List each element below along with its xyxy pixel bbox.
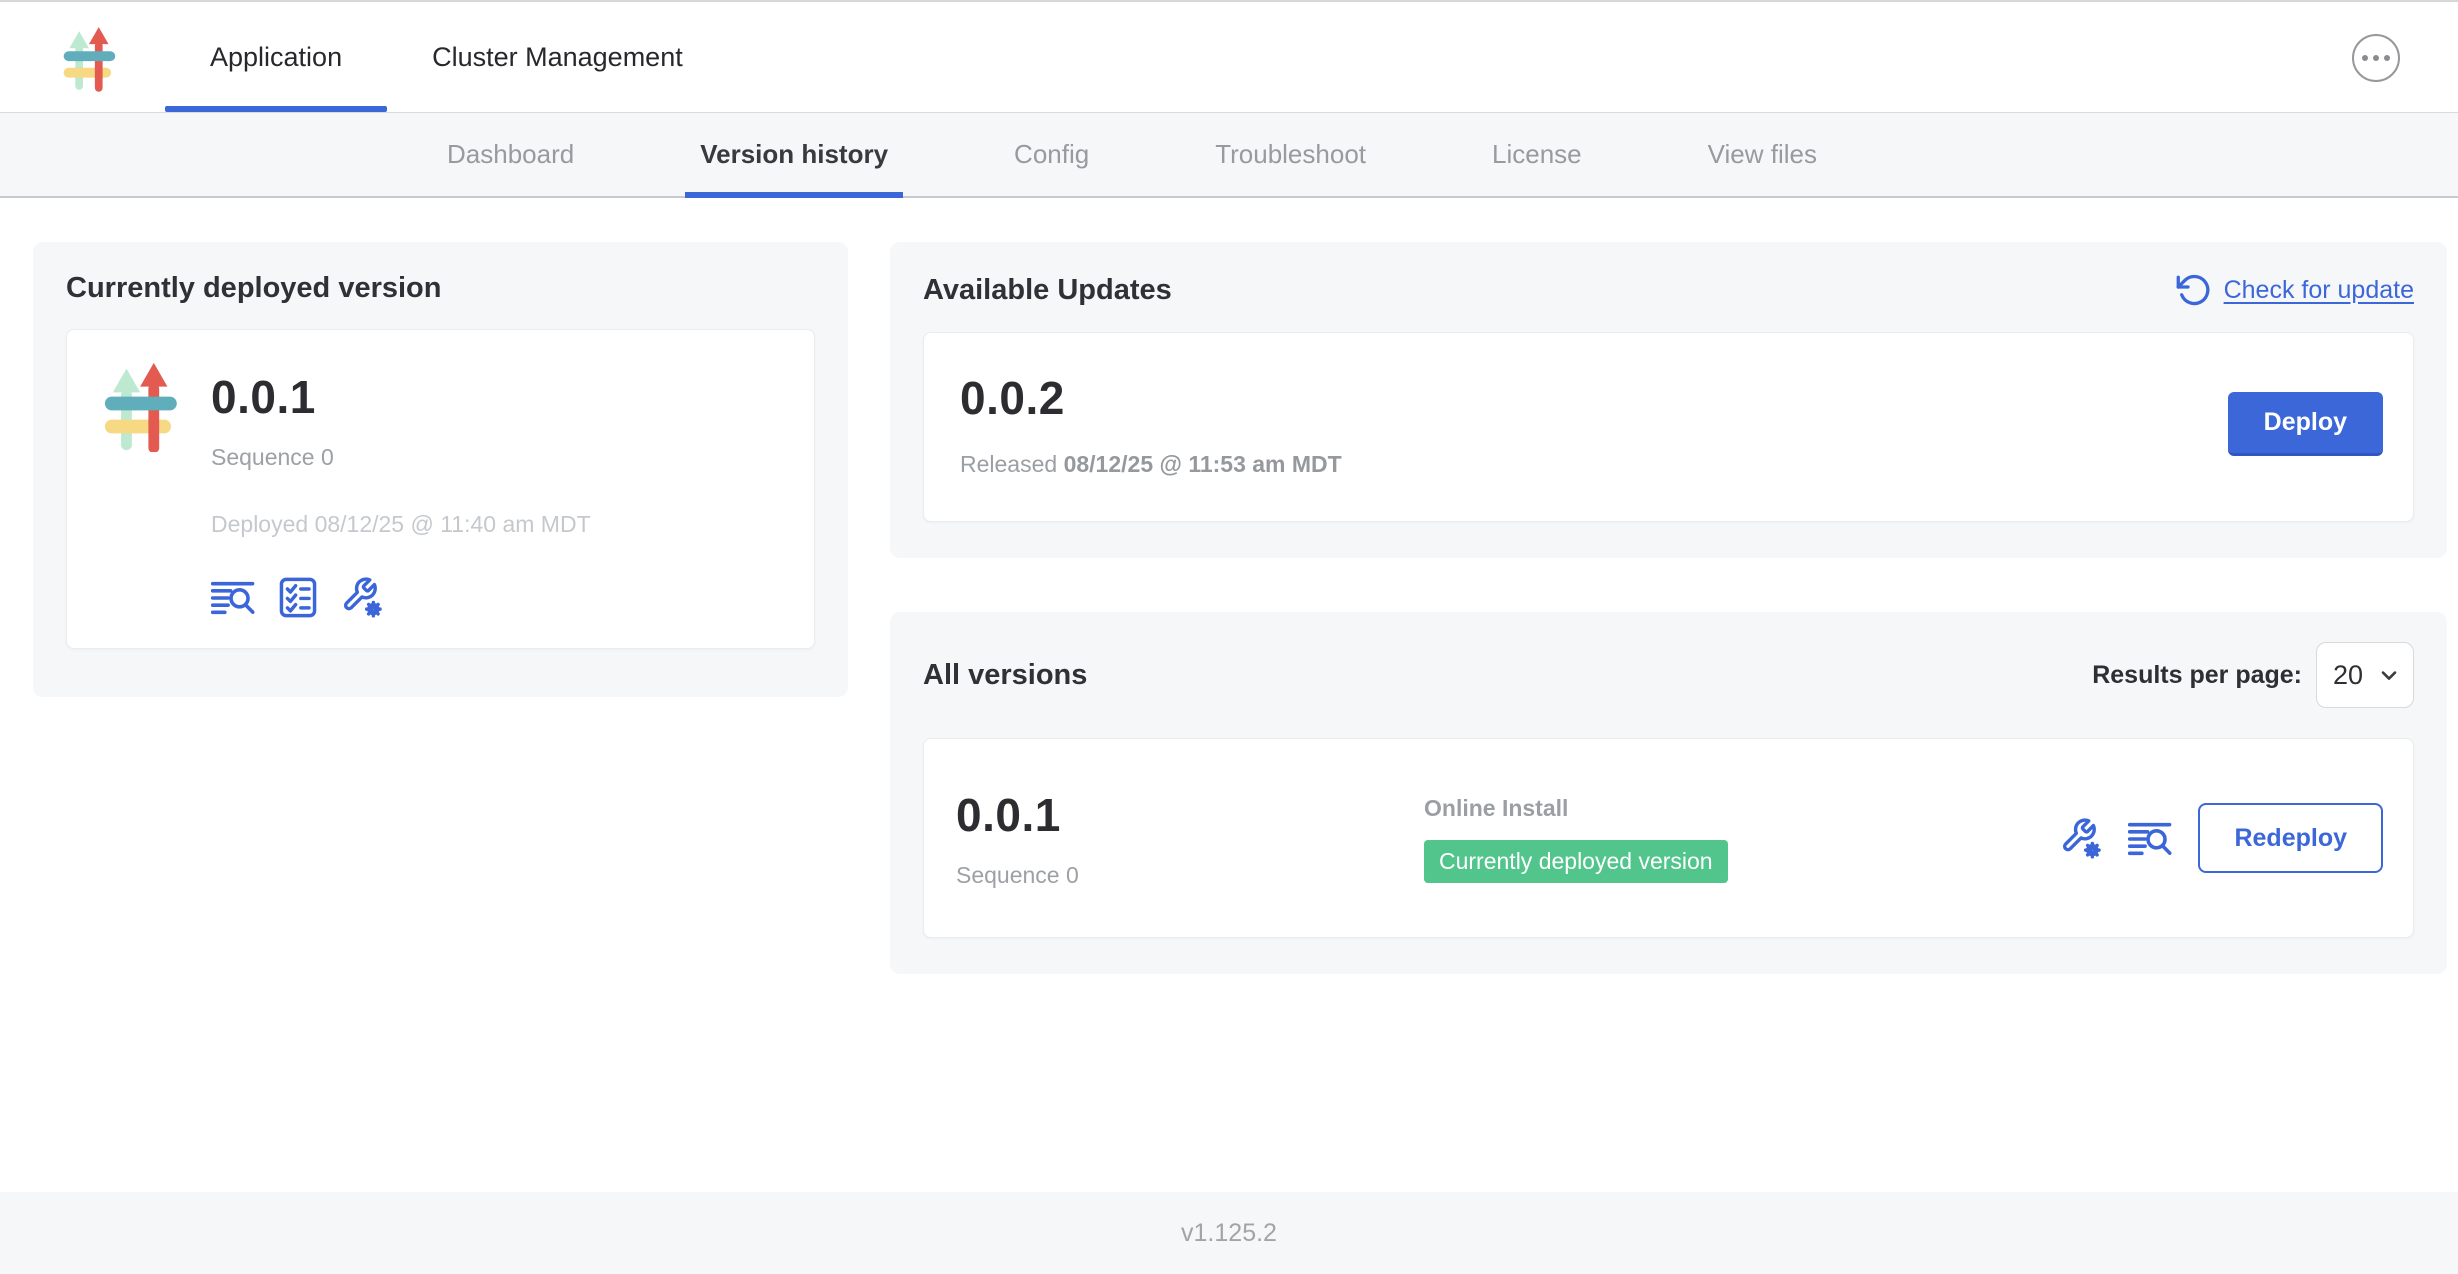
currently-deployed-title: Currently deployed version: [66, 272, 815, 305]
deployed-sequence: Sequence 0: [211, 444, 591, 471]
tab-application-label: Application: [210, 42, 342, 73]
update-version-number: 0.0.2: [960, 371, 1342, 425]
currently-deployed-card: Currently deployed version 0.0.1 Sequenc…: [33, 242, 848, 697]
check-for-update-link[interactable]: Check for update: [2176, 272, 2414, 308]
results-per-page-select[interactable]: 20: [2316, 642, 2414, 708]
results-per-page-value: 20: [2333, 660, 2363, 691]
console-version: v1.125.2: [1181, 1219, 1277, 1248]
update-version-card: 0.0.2 Released 08/12/25 @ 11:53 am MDT D…: [923, 332, 2414, 522]
edit-config-icon[interactable]: [341, 576, 383, 618]
tab-dashboard[interactable]: Dashboard: [432, 113, 589, 196]
main-content: Currently deployed version 0.0.1 Sequenc…: [0, 198, 2458, 1192]
page-footer: v1.125.2: [0, 1192, 2458, 1274]
tab-troubleshoot[interactable]: Troubleshoot: [1200, 113, 1381, 196]
row-version-number: 0.0.1: [956, 788, 1424, 842]
available-updates-card: Available Updates Check for update 0.0.2: [890, 242, 2447, 558]
tab-cluster-management[interactable]: Cluster Management: [387, 2, 728, 112]
app-subnav: Dashboard Version history Config Trouble…: [0, 112, 2458, 198]
diff-icon[interactable]: [211, 579, 255, 616]
tab-version-history[interactable]: Version history: [685, 113, 903, 196]
tab-license[interactable]: License: [1477, 113, 1597, 196]
refresh-icon[interactable]: [2176, 272, 2212, 308]
top-tabs: Application Cluster Management: [165, 2, 728, 112]
diff-icon[interactable]: [2128, 820, 2172, 857]
preflight-checklist-icon[interactable]: [279, 577, 317, 618]
left-column: Currently deployed version 0.0.1 Sequenc…: [33, 242, 848, 697]
active-subtab-underline: [685, 192, 903, 198]
version-row: 0.0.1 Sequence 0 Online Install Currentl…: [923, 738, 2414, 938]
right-column: Available Updates Check for update 0.0.2: [890, 242, 2447, 974]
results-per-page-label: Results per page:: [2092, 661, 2302, 690]
all-versions-card: All versions Results per page: 20 0.0.1 …: [890, 612, 2447, 974]
released-date: 08/12/25 @ 11:53 am MDT: [1064, 451, 1342, 477]
deployed-version-number: 0.0.1: [211, 370, 591, 424]
install-type: Online Install: [1424, 795, 2060, 822]
edit-config-icon[interactable]: [2060, 817, 2102, 859]
app-logo-icon: [97, 360, 189, 452]
deployed-version-card: 0.0.1 Sequence 0 Deployed 08/12/25 @ 11:…: [66, 329, 815, 649]
tab-view-files[interactable]: View files: [1693, 113, 1832, 196]
tab-cluster-management-label: Cluster Management: [432, 42, 683, 73]
available-updates-title: Available Updates: [923, 274, 1172, 307]
currently-deployed-badge: Currently deployed version: [1424, 840, 1728, 883]
chevron-down-icon: [2377, 663, 2401, 687]
tab-application[interactable]: Application: [165, 2, 387, 112]
deployed-timestamp: Deployed 08/12/25 @ 11:40 am MDT: [211, 511, 591, 538]
top-navbar: Application Cluster Management: [0, 0, 2458, 112]
active-tab-underline: [165, 106, 387, 112]
all-versions-title: All versions: [923, 659, 1087, 692]
released-prefix: Released: [960, 451, 1057, 477]
ellipsis-menu-button[interactable]: [2352, 34, 2400, 82]
check-for-update-label: Check for update: [2224, 276, 2414, 305]
tab-config[interactable]: Config: [999, 113, 1104, 196]
redeploy-button[interactable]: Redeploy: [2198, 803, 2383, 873]
ellipsis-icon: [2362, 55, 2369, 62]
app-logo-icon: [58, 24, 124, 92]
deploy-button[interactable]: Deploy: [2228, 392, 2383, 456]
row-sequence: Sequence 0: [956, 862, 1424, 889]
